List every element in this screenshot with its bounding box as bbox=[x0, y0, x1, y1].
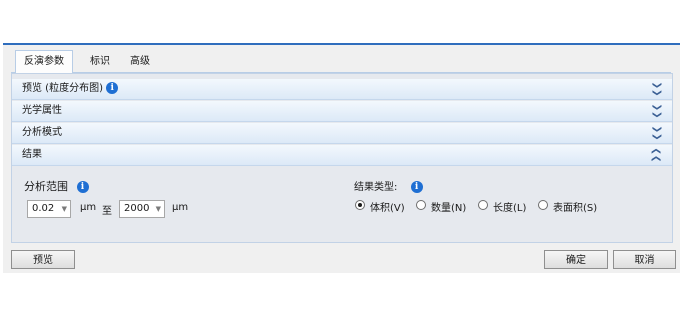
ok-button[interactable]: 确定 bbox=[544, 250, 608, 269]
range-min-unit: µm bbox=[80, 202, 97, 213]
section-results[interactable]: 结果 ❯❯ bbox=[12, 145, 672, 166]
chevron-down-icon[interactable]: ❯❯ bbox=[646, 103, 666, 118]
tab-identification[interactable]: 标识 bbox=[82, 52, 118, 72]
tab-strip: 反演参数 标识 高级 bbox=[11, 50, 671, 74]
section-preview-title: 预览 (粒度分布图) i bbox=[22, 79, 119, 99]
section-results-title: 结果 bbox=[22, 149, 42, 160]
tab-advanced[interactable]: 高级 bbox=[122, 52, 158, 72]
parameters-panel: 预览 (粒度分布图) i ❯❯ 光学属性 ❯❯ 分析模式 ❯❯ 结果 ❯❯ 分析… bbox=[11, 73, 673, 243]
section-analysis-mode-title: 分析模式 bbox=[22, 127, 62, 138]
tab-inversion-parameters[interactable]: 反演参数 bbox=[15, 50, 73, 74]
range-max-unit: µm bbox=[172, 202, 189, 213]
info-icon[interactable]: i bbox=[106, 82, 119, 94]
section-optical-properties[interactable]: 光学属性 ❯❯ bbox=[12, 101, 672, 122]
analysis-range-label: 分析范围 i bbox=[24, 178, 89, 194]
chevron-down-icon[interactable]: ❯❯ bbox=[646, 125, 666, 140]
dropdown-arrow-icon: ▼ bbox=[155, 205, 161, 213]
dialog: 反演参数 标识 高级 预览 (粒度分布图) i ❯❯ 光学属性 ❯❯ 分析模式 … bbox=[3, 43, 680, 273]
dropdown-arrow-icon: ▼ bbox=[61, 205, 67, 213]
radio-length-label[interactable]: 长度(L) bbox=[493, 199, 526, 214]
section-analysis-mode[interactable]: 分析模式 ❯❯ bbox=[12, 123, 672, 144]
radio-length[interactable] bbox=[478, 200, 488, 210]
results-body: 分析范围 i 0.02 ▼ µm 至 2000 ▼ µm 结果类型: i 体积(… bbox=[12, 174, 672, 242]
section-preview[interactable]: 预览 (粒度分布图) i ❯❯ bbox=[12, 79, 672, 100]
range-max-dropdown[interactable]: 2000 ▼ bbox=[119, 200, 165, 218]
preview-button[interactable]: 预览 bbox=[11, 250, 75, 269]
radio-number-label[interactable]: 数量(N) bbox=[431, 199, 466, 214]
info-icon[interactable]: i bbox=[410, 181, 423, 193]
radio-volume[interactable] bbox=[355, 200, 365, 210]
range-max-value: 2000 bbox=[124, 203, 150, 214]
radio-volume-label[interactable]: 体积(V) bbox=[370, 199, 405, 214]
chevron-down-icon[interactable]: ❯❯ bbox=[646, 81, 666, 96]
radio-surface-area-label[interactable]: 表面积(S) bbox=[553, 199, 597, 214]
chevron-up-icon[interactable]: ❯❯ bbox=[646, 147, 666, 162]
radio-surface-area[interactable] bbox=[538, 200, 548, 210]
info-icon[interactable]: i bbox=[76, 181, 89, 193]
range-to-label: 至 bbox=[102, 206, 112, 217]
range-min-value: 0.02 bbox=[32, 203, 55, 214]
result-type-label: 结果类型: i bbox=[354, 178, 423, 193]
radio-number[interactable] bbox=[416, 200, 426, 210]
range-min-dropdown[interactable]: 0.02 ▼ bbox=[27, 200, 71, 218]
section-optical-title: 光学属性 bbox=[22, 105, 62, 116]
cancel-button[interactable]: 取消 bbox=[613, 250, 676, 269]
